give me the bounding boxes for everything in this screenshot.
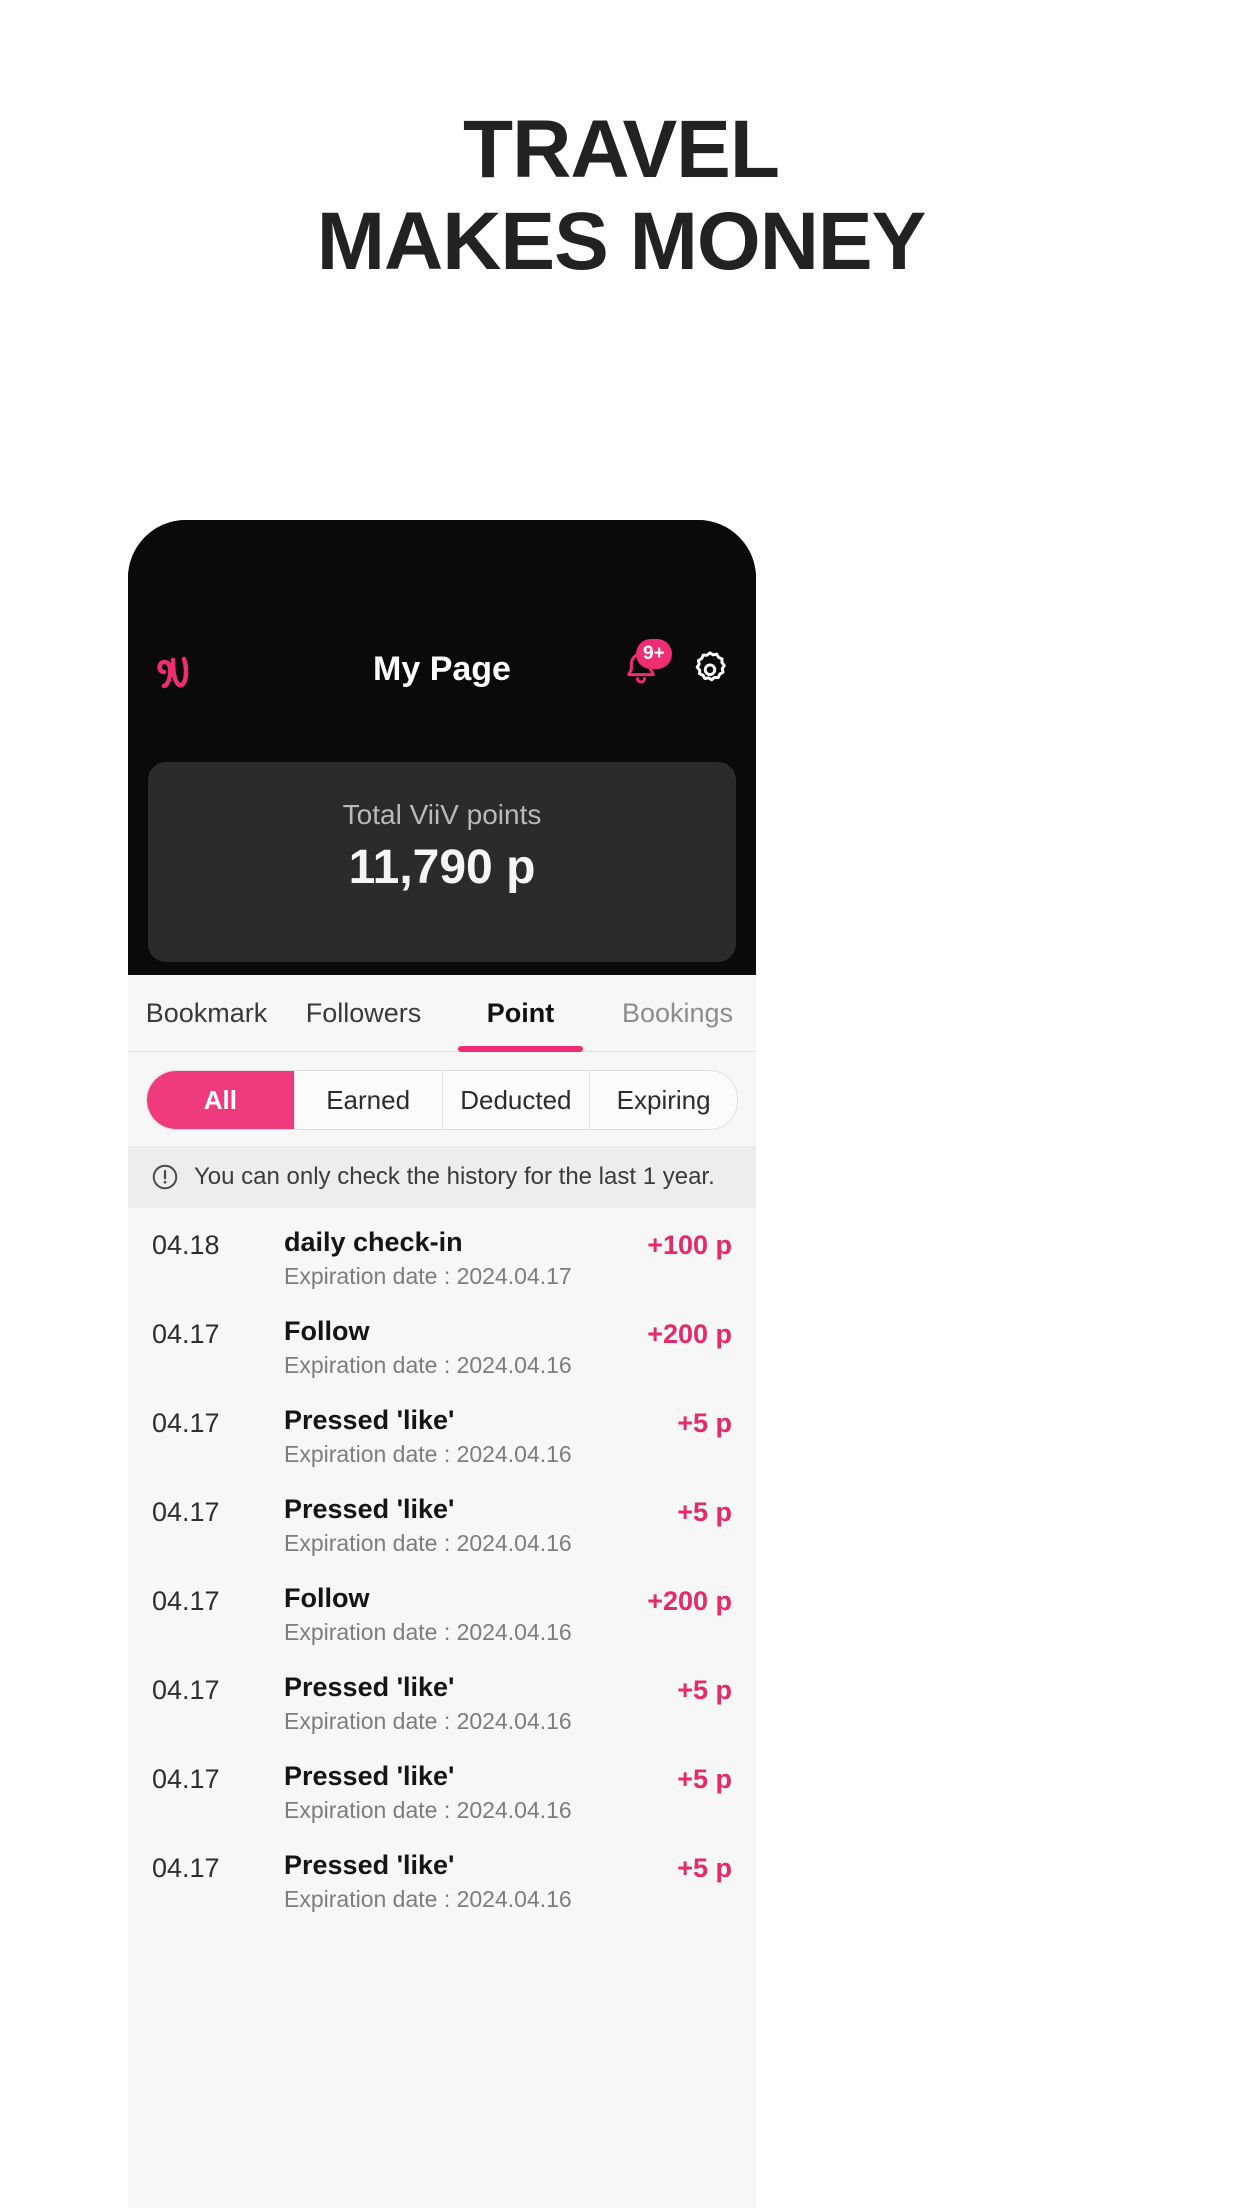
table-row[interactable]: 04.17 Pressed 'like' Expiration date : 2… (128, 1475, 756, 1564)
row-date: 04.17 (152, 1675, 220, 1705)
table-row[interactable]: 04.17 Follow Expiration date : 2024.04.1… (128, 1564, 756, 1653)
tab-bookings-label: Bookings (621, 997, 734, 1028)
tab-followers[interactable]: Followers (285, 975, 442, 1051)
row-expiration: Expiration date : 2024.04.16 (284, 1797, 572, 1823)
total-points-value: 11,790 p (348, 841, 536, 894)
row-amount: +5 p (677, 1853, 732, 1883)
row-main: Pressed 'like' Expiration date : 2024.04… (284, 1493, 622, 1558)
headline-line-2: MAKES MONEY (316, 196, 927, 287)
row-main: Pressed 'like' Expiration date : 2024.04… (284, 1760, 622, 1825)
row-amount: +5 p (677, 1764, 732, 1794)
row-title: Pressed 'like' (284, 1761, 455, 1791)
filter-expiring[interactable]: Expiring (589, 1071, 737, 1129)
tab-bookmark[interactable]: Bookmark (128, 975, 285, 1051)
tab-point-label: Point (486, 997, 555, 1028)
filter-earned-label: Earned (326, 1084, 411, 1115)
filter-deducted[interactable]: Deducted (441, 1071, 590, 1129)
row-expiration: Expiration date : 2024.04.16 (284, 1886, 572, 1912)
row-expiration: Expiration date : 2024.04.17 (284, 1263, 572, 1289)
row-main: Pressed 'like' Expiration date : 2024.04… (284, 1404, 622, 1469)
row-expiration: Expiration date : 2024.04.16 (284, 1530, 572, 1556)
row-title: Pressed 'like' (284, 1850, 455, 1880)
row-title: Pressed 'like' (284, 1672, 455, 1702)
history-notice: You can only check the history for the l… (128, 1146, 756, 1208)
row-expiration: Expiration date : 2024.04.16 (284, 1708, 572, 1734)
total-points-card[interactable]: Total ViiV points 11,790 p (148, 762, 736, 962)
filter-all[interactable]: All (147, 1071, 294, 1129)
history-notice-text: You can only check the history for the l… (194, 1163, 715, 1190)
row-amount: +200 p (647, 1319, 732, 1349)
row-main: Pressed 'like' Expiration date : 2024.04… (284, 1671, 622, 1736)
row-amount: +5 p (677, 1408, 732, 1438)
table-row[interactable]: 04.17 Pressed 'like' Expiration date : 2… (128, 1742, 756, 1831)
row-date: 04.17 (152, 1408, 220, 1438)
row-amount: +5 p (677, 1497, 732, 1527)
tab-bar: Bookmark Followers Point Bookings (128, 975, 756, 1052)
row-date: 04.17 (152, 1853, 220, 1883)
app-bar: My Page 9+ (128, 630, 756, 708)
tab-bookings[interactable]: Bookings (599, 975, 756, 1051)
row-amount: +100 p (647, 1230, 732, 1260)
tab-followers-label: Followers (305, 997, 422, 1028)
notifications-button[interactable]: 9+ (620, 639, 672, 690)
total-points-label: Total ViiV points (342, 799, 542, 830)
table-row[interactable]: 04.17 Follow Expiration date : 2024.04.1… (128, 1297, 756, 1386)
row-main: Pressed 'like' Expiration date : 2024.04… (284, 1849, 622, 1914)
row-date: 04.18 (152, 1230, 220, 1260)
filter-all-label: All (203, 1084, 237, 1115)
row-expiration: Expiration date : 2024.04.16 (284, 1619, 572, 1645)
row-amount: +5 p (677, 1675, 732, 1705)
row-date: 04.17 (152, 1497, 220, 1527)
exclamation-circle-icon (152, 1164, 178, 1190)
tab-bookmark-label: Bookmark (145, 997, 268, 1028)
row-title: Pressed 'like' (284, 1494, 455, 1524)
gear-icon (695, 651, 726, 682)
viiv-logo-icon[interactable] (152, 642, 206, 696)
filter-bar: All Earned Deducted Expiring (128, 1052, 756, 1146)
table-row[interactable]: 04.18 daily check-in Expiration date : 2… (128, 1208, 756, 1297)
row-date: 04.17 (152, 1586, 220, 1616)
row-date: 04.17 (152, 1764, 220, 1794)
page-title: TRAVEL MAKES MONEY (0, 104, 1242, 288)
table-row[interactable]: 04.17 Pressed 'like' Expiration date : 2… (128, 1653, 756, 1742)
table-row[interactable]: 04.17 Pressed 'like' Expiration date : 2… (128, 1831, 756, 1920)
filter-expiring-label: Expiring (616, 1084, 711, 1115)
row-title: Pressed 'like' (284, 1405, 455, 1435)
headline-line-1: TRAVEL (463, 104, 780, 195)
phone-mockup: My Page 9+ Total ViiV points 11,790 p Bo… (128, 520, 756, 2208)
row-expiration: Expiration date : 2024.04.16 (284, 1352, 572, 1378)
row-main: daily check-in Expiration date : 2024.04… (284, 1226, 622, 1291)
notification-badge: 9+ (636, 639, 672, 669)
row-amount: +200 p (647, 1586, 732, 1616)
row-main: Follow Expiration date : 2024.04.16 (284, 1315, 622, 1380)
filter-segmented-control: All Earned Deducted Expiring (146, 1070, 738, 1130)
filter-deducted-label: Deducted (460, 1084, 572, 1115)
point-history-list: 04.18 daily check-in Expiration date : 2… (128, 1208, 756, 1920)
tab-point[interactable]: Point (442, 975, 599, 1052)
settings-button[interactable] (688, 647, 732, 691)
app-bar-actions: 9+ (620, 639, 732, 691)
app-content: Bookmark Followers Point Bookings All Ea… (128, 975, 756, 2208)
filter-earned[interactable]: Earned (293, 1071, 442, 1129)
table-row[interactable]: 04.17 Pressed 'like' Expiration date : 2… (128, 1386, 756, 1475)
row-main: Follow Expiration date : 2024.04.16 (284, 1582, 622, 1647)
row-title: Follow (284, 1583, 370, 1613)
row-date: 04.17 (152, 1319, 220, 1349)
row-expiration: Expiration date : 2024.04.16 (284, 1441, 572, 1467)
row-title: daily check-in (284, 1227, 463, 1257)
row-title: Follow (284, 1316, 370, 1346)
